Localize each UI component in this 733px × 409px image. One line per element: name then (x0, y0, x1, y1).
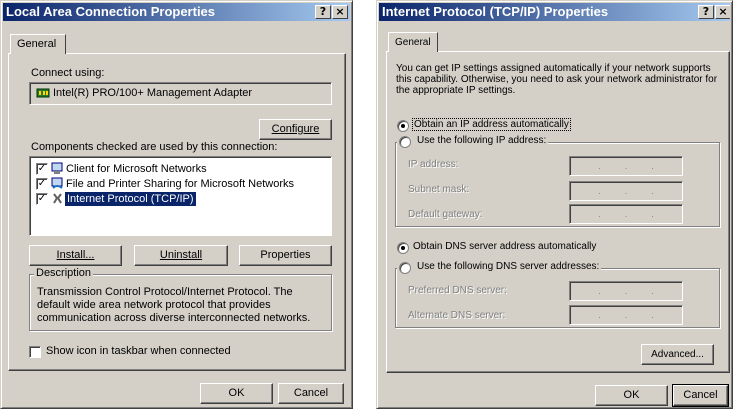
tcpip-dialog-title: Internet Protocol (TCP/IP) Properties (382, 4, 609, 19)
protocol-icon (53, 193, 62, 204)
help-button[interactable]: ? (698, 5, 714, 19)
cancel-button[interactable]: Cancel (278, 383, 344, 404)
file-sharing-icon (51, 177, 63, 189)
component-label-file-sharing[interactable]: File and Printer Sharing for Microsoft N… (66, 177, 294, 191)
install-button[interactable]: Install... (29, 245, 122, 266)
adapter-name: Intel(R) PRO/100+ Management Adapter (53, 87, 253, 99)
lan-properties-dialog: Local Area Connection Properties ? × Gen… (0, 0, 353, 409)
default-gateway-label: Default gateway: (408, 209, 483, 220)
close-button[interactable]: × (715, 5, 730, 19)
alternate-dns-label: Alternate DNS server: (408, 310, 506, 321)
component-checkbox-client[interactable]: ✓ (36, 163, 48, 175)
subnet-mask-field: ... (569, 181, 683, 201)
intro-text: You can get IP settings assigned automat… (396, 63, 718, 96)
description-legend: Description (34, 267, 94, 279)
obtain-ip-auto-radio[interactable] (397, 120, 409, 132)
components-list[interactable]: ✓ Client for Microsoft Networks ✓ File a… (29, 156, 332, 236)
help-button[interactable]: ? (315, 5, 331, 19)
obtain-ip-auto-label[interactable]: Obtain an IP address automatically (412, 118, 571, 131)
adapter-field: Intel(R) PRO/100+ Management Adapter (29, 82, 332, 105)
static-dns-legend: Use the following DNS server addresses: (397, 260, 602, 272)
advanced-button[interactable]: Advanced... (641, 344, 714, 365)
use-following-ip-radio[interactable] (399, 136, 411, 148)
tab-general[interactable]: General (10, 34, 66, 54)
static-ip-legend: Use the following IP address: (397, 134, 549, 146)
network-client-icon (51, 162, 63, 174)
ok-button[interactable]: OK (595, 385, 668, 406)
ip-address-field: ... (569, 156, 683, 176)
network-adapter-icon (36, 88, 50, 98)
close-button[interactable]: × (332, 5, 348, 19)
show-icon-label[interactable]: Show icon in taskbar when connected (46, 345, 231, 357)
tcpip-properties-dialog: Internet Protocol (TCP/IP) Properties ? … (376, 0, 733, 409)
component-checkbox-file-sharing[interactable]: ✓ (36, 178, 48, 190)
preferred-dns-field: ... (569, 281, 683, 301)
tab-general[interactable]: General (388, 32, 438, 52)
default-gateway-field: ... (569, 204, 683, 224)
tcpip-dialog-titlebar: Internet Protocol (TCP/IP) Properties ? … (379, 3, 730, 21)
properties-button[interactable]: Properties (239, 245, 332, 266)
components-label: Components checked are used by this conn… (31, 141, 278, 153)
uninstall-button[interactable]: Uninstall (134, 245, 228, 266)
description-text: Transmission Control Protocol/Internet P… (37, 286, 311, 324)
connect-using-label: Connect using: (31, 67, 105, 79)
obtain-dns-auto-label[interactable]: Obtain DNS server address automatically (413, 241, 596, 252)
subnet-mask-label: Subnet mask: (408, 184, 470, 195)
component-label-client[interactable]: Client for Microsoft Networks (66, 162, 207, 176)
preferred-dns-label: Preferred DNS server: (408, 285, 507, 296)
show-icon-checkbox[interactable] (29, 346, 41, 358)
ip-address-label: IP address: (408, 159, 459, 170)
alternate-dns-field: ... (569, 305, 683, 325)
use-following-dns-radio[interactable] (399, 262, 411, 274)
obtain-dns-auto-radio[interactable] (397, 242, 409, 254)
configure-button[interactable]: Configure (259, 119, 332, 140)
lan-dialog-titlebar: Local Area Connection Properties ? × (3, 3, 350, 21)
ok-button[interactable]: OK (200, 383, 273, 404)
component-label-tcpip[interactable]: Internet Protocol (TCP/IP) (64, 191, 197, 207)
lan-dialog-title: Local Area Connection Properties (6, 4, 216, 19)
component-checkbox-tcpip[interactable]: ✓ (36, 193, 48, 205)
cancel-button[interactable]: Cancel (672, 384, 729, 407)
